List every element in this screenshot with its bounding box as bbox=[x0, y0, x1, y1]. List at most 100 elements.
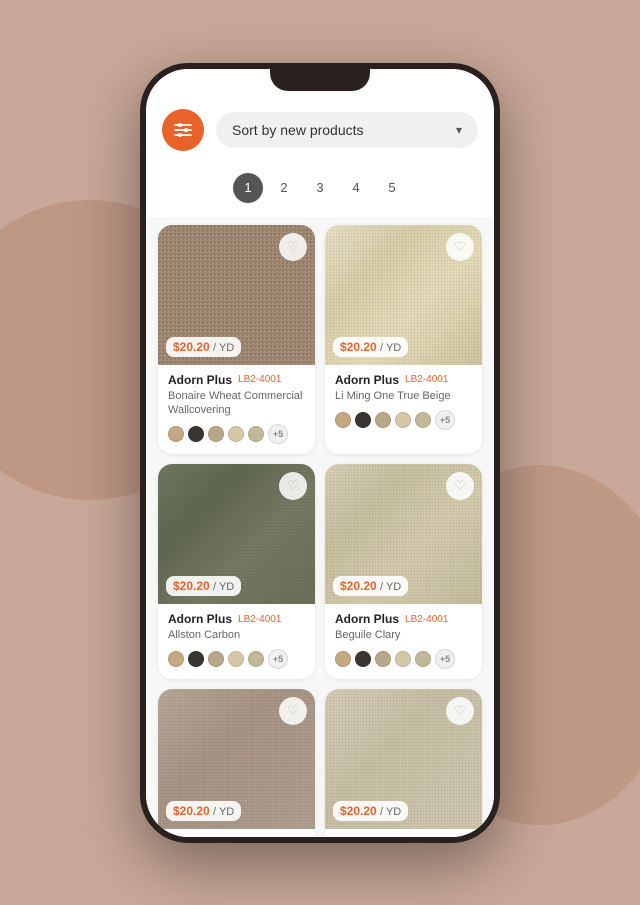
swatch[interactable] bbox=[395, 412, 411, 428]
price-badge: $20.20 / YD bbox=[333, 801, 408, 821]
swatch[interactable] bbox=[188, 651, 204, 667]
brand-code: LB2-4001 bbox=[238, 614, 281, 625]
card-body: Adorn Plus LB2-4001 Natural Linen Weave … bbox=[325, 829, 482, 836]
price: $20.20 bbox=[340, 579, 377, 593]
brand-row: Adorn Plus LB2-4001 bbox=[168, 373, 305, 387]
sort-label: Sort by new products bbox=[232, 122, 364, 138]
filter-button[interactable] bbox=[162, 109, 204, 151]
product-name: Li Ming One True Beige bbox=[335, 389, 472, 403]
card-body: Adorn Plus LB2-4001 Sandstone Gray +5 bbox=[158, 829, 315, 836]
card-image-wrap: $20.20 / YD ♡ bbox=[158, 464, 315, 604]
swatch[interactable] bbox=[355, 412, 371, 428]
page-button-5[interactable]: 5 bbox=[377, 173, 407, 203]
swatch[interactable] bbox=[208, 651, 224, 667]
price-badge: $20.20 / YD bbox=[333, 337, 408, 357]
sort-dropdown[interactable]: Sort by new products ▾ bbox=[216, 112, 478, 148]
card-image-wrap: $20.20 / YD ♡ bbox=[158, 689, 315, 829]
swatches-row: +5 bbox=[168, 424, 305, 444]
price-badge: $20.20 / YD bbox=[333, 576, 408, 596]
product-card[interactable]: $20.20 / YD ♡ Adorn Plus LB2-4001 Li Min… bbox=[325, 225, 482, 455]
card-body: Adorn Plus LB2-4001 Beguile Clary +5 bbox=[325, 604, 482, 679]
swatch-more[interactable]: +5 bbox=[268, 649, 288, 669]
swatch-more[interactable]: +5 bbox=[435, 410, 455, 430]
chevron-down-icon: ▾ bbox=[456, 123, 462, 137]
brand-row: Adorn Plus LB2-4001 bbox=[335, 373, 472, 387]
swatch[interactable] bbox=[248, 426, 264, 442]
swatch[interactable] bbox=[395, 651, 411, 667]
card-image-wrap: $20.20 / YD ♡ bbox=[325, 689, 482, 829]
wishlist-button[interactable]: ♡ bbox=[446, 233, 474, 261]
price-badge: $20.20 / YD bbox=[166, 801, 241, 821]
swatch[interactable] bbox=[228, 651, 244, 667]
brand-name: Adorn Plus bbox=[168, 373, 232, 387]
brand-name: Adorn Plus bbox=[335, 612, 399, 626]
swatch[interactable] bbox=[415, 651, 431, 667]
wishlist-button[interactable]: ♡ bbox=[446, 472, 474, 500]
page-button-1[interactable]: 1 bbox=[233, 173, 263, 203]
price: $20.20 bbox=[173, 579, 210, 593]
price-unit: / YD bbox=[380, 581, 401, 593]
price-unit: / YD bbox=[380, 342, 401, 354]
product-card[interactable]: $20.20 / YD ♡ Adorn Plus LB2-4001 Natura… bbox=[325, 689, 482, 836]
screen: Sort by new products ▾ 12345 $20.20 / YD… bbox=[146, 69, 494, 837]
card-body: Adorn Plus LB2-4001 Bonaire Wheat Commer… bbox=[158, 365, 315, 455]
swatch[interactable] bbox=[375, 651, 391, 667]
price: $20.20 bbox=[340, 340, 377, 354]
price-unit: / YD bbox=[213, 806, 234, 818]
brand-code: LB2-4001 bbox=[238, 374, 281, 385]
brand-row: Adorn Plus LB2-4001 bbox=[168, 612, 305, 626]
pagination: 12345 bbox=[146, 163, 494, 217]
swatch-more[interactable]: +5 bbox=[435, 649, 455, 669]
swatch-more[interactable]: +5 bbox=[268, 424, 288, 444]
swatch[interactable] bbox=[168, 651, 184, 667]
price-unit: / YD bbox=[380, 806, 401, 818]
filter-icon bbox=[173, 120, 193, 140]
swatch[interactable] bbox=[355, 651, 371, 667]
swatch[interactable] bbox=[248, 651, 264, 667]
price: $20.20 bbox=[340, 804, 377, 818]
brand-row: Adorn Plus LB2-4001 bbox=[335, 612, 472, 626]
swatch[interactable] bbox=[208, 426, 224, 442]
wishlist-button[interactable]: ♡ bbox=[279, 472, 307, 500]
price-unit: / YD bbox=[213, 342, 234, 354]
swatch[interactable] bbox=[188, 426, 204, 442]
brand-code: LB2-4001 bbox=[405, 614, 448, 625]
brand-code: LB2-4001 bbox=[405, 374, 448, 385]
product-name: Bonaire Wheat Commercial Wallcovering bbox=[168, 389, 305, 418]
card-image-wrap: $20.20 / YD ♡ bbox=[325, 225, 482, 365]
swatch[interactable] bbox=[335, 412, 351, 428]
price: $20.20 bbox=[173, 804, 210, 818]
wishlist-button[interactable]: ♡ bbox=[279, 233, 307, 261]
products-grid: $20.20 / YD ♡ Adorn Plus LB2-4001 Bonair… bbox=[158, 225, 482, 837]
swatches-row: +5 bbox=[168, 649, 305, 669]
page-button-2[interactable]: 2 bbox=[269, 173, 299, 203]
phone-notch bbox=[270, 69, 370, 91]
swatches-row: +5 bbox=[335, 649, 472, 669]
page-button-4[interactable]: 4 bbox=[341, 173, 371, 203]
page-button-3[interactable]: 3 bbox=[305, 173, 335, 203]
swatches-row: +5 bbox=[335, 410, 472, 430]
card-image-wrap: $20.20 / YD ♡ bbox=[325, 464, 482, 604]
swatch[interactable] bbox=[228, 426, 244, 442]
brand-name: Adorn Plus bbox=[168, 612, 232, 626]
product-card[interactable]: $20.20 / YD ♡ Adorn Plus LB2-4001 Beguil… bbox=[325, 464, 482, 679]
product-card[interactable]: $20.20 / YD ♡ Adorn Plus LB2-4001 Allsto… bbox=[158, 464, 315, 679]
card-image-wrap: $20.20 / YD ♡ bbox=[158, 225, 315, 365]
card-body: Adorn Plus LB2-4001 Allston Carbon +5 bbox=[158, 604, 315, 679]
product-name: Beguile Clary bbox=[335, 628, 472, 642]
product-card[interactable]: $20.20 / YD ♡ Adorn Plus LB2-4001 Bonair… bbox=[158, 225, 315, 455]
products-scroll[interactable]: $20.20 / YD ♡ Adorn Plus LB2-4001 Bonair… bbox=[146, 217, 494, 837]
price: $20.20 bbox=[173, 340, 210, 354]
phone-shell: Sort by new products ▾ 12345 $20.20 / YD… bbox=[140, 63, 500, 843]
price-badge: $20.20 / YD bbox=[166, 337, 241, 357]
product-card[interactable]: $20.20 / YD ♡ Adorn Plus LB2-4001 Sandst… bbox=[158, 689, 315, 836]
swatch[interactable] bbox=[375, 412, 391, 428]
swatch[interactable] bbox=[415, 412, 431, 428]
card-body: Adorn Plus LB2-4001 Li Ming One True Bei… bbox=[325, 365, 482, 440]
swatch[interactable] bbox=[168, 426, 184, 442]
product-name: Allston Carbon bbox=[168, 628, 305, 642]
brand-name: Adorn Plus bbox=[335, 373, 399, 387]
swatch[interactable] bbox=[335, 651, 351, 667]
price-badge: $20.20 / YD bbox=[166, 576, 241, 596]
price-unit: / YD bbox=[213, 581, 234, 593]
